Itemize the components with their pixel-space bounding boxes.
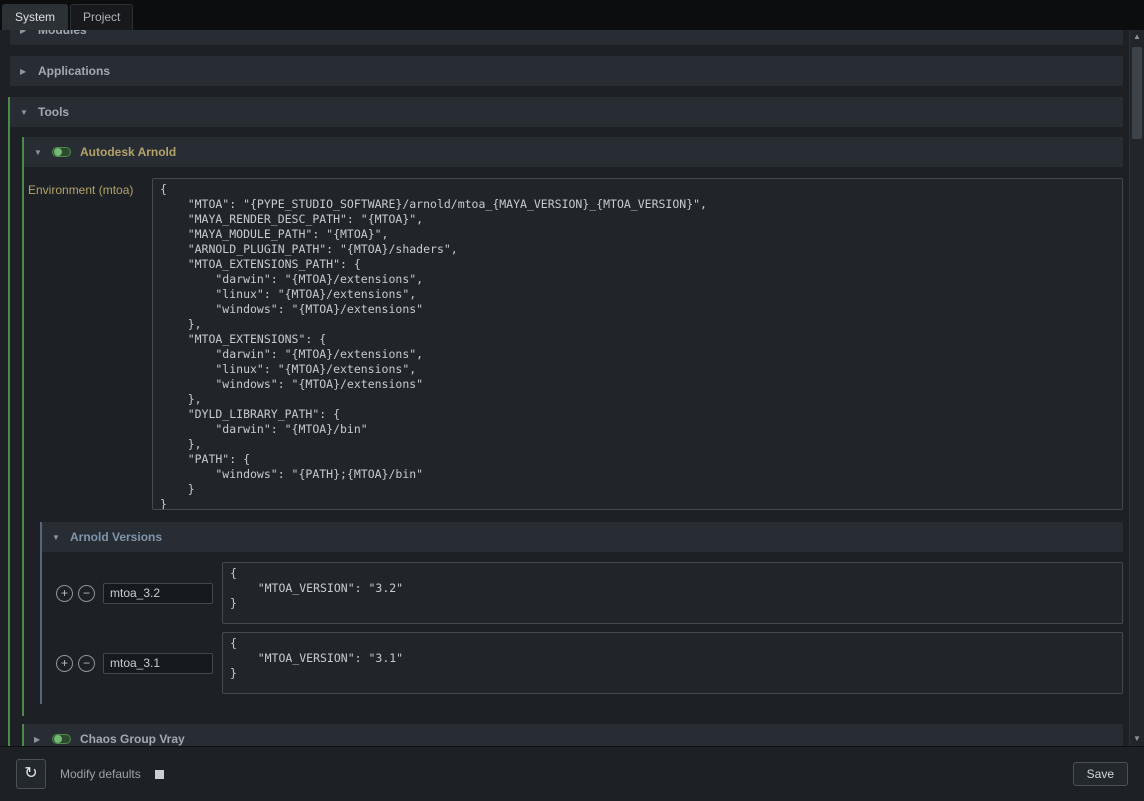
chevron-down-icon: ▼ [52,533,61,542]
section-label-autodesk-arnold: Autodesk Arnold [80,145,176,159]
arnold-versions-body: + − { "MTOA_VERSION": "3.2" } + − [42,552,1123,704]
add-version-button[interactable]: + [56,585,73,602]
group-arnold-versions: ▼ Arnold Versions + − { [40,522,1123,704]
vray-enabled-toggle-icon[interactable] [52,734,71,744]
arnold-enabled-toggle-icon[interactable] [52,147,71,157]
section-applications: ▶ Applications [8,56,1123,86]
section-header-applications[interactable]: ▶ Applications [10,56,1123,86]
chevron-right-icon: ▶ [34,735,43,744]
version-row: + − { "MTOA_VERSION": "3.1" } [56,632,1123,694]
group-autodesk-arnold: ▼ Autodesk Arnold Environment (mtoa) { "… [22,137,1123,716]
refresh-button[interactable]: ↻ [16,759,46,789]
section-tools: ▼ Tools ▼ Autodesk Arnold [8,97,1123,746]
chevron-right-icon: ▶ [20,30,29,35]
section-header-autodesk-arnold[interactable]: ▼ Autodesk Arnold [24,137,1123,167]
arnold-body: Environment (mtoa) { "MTOA": "{PYPE_STUD… [24,167,1123,716]
section-label-modules: Modules [38,30,87,37]
version-key-input[interactable] [103,653,213,674]
remove-version-button[interactable]: − [78,585,95,602]
scrollbar-up-arrow-icon[interactable]: ▲ [1130,30,1144,44]
scrollbar-thumb[interactable] [1132,47,1142,139]
settings-window: System Project ▶ Modules ▶ Applications [0,0,1144,801]
scrollbar-track[interactable] [1130,44,1144,732]
tools-body: ▼ Autodesk Arnold Environment (mtoa) { "… [10,127,1123,746]
modify-defaults-label: Modify defaults [60,767,141,781]
tab-bar: System Project [0,0,1144,30]
chevron-down-icon: ▼ [34,148,43,157]
environment-row: Environment (mtoa) { "MTOA": "{PYPE_STUD… [26,178,1123,510]
footer-bar: ↻ Modify defaults Save [0,746,1144,801]
scrollbar-down-arrow-icon[interactable]: ▼ [1130,732,1144,746]
section-label-applications: Applications [38,64,110,78]
add-version-button[interactable]: + [56,655,73,672]
environment-json-editor[interactable]: { "MTOA": "{PYPE_STUDIO_SOFTWARE}/arnold… [152,178,1123,510]
section-modules: ▶ Modules [8,30,1123,45]
section-header-tools[interactable]: ▼ Tools [10,97,1123,127]
save-button[interactable]: Save [1073,762,1128,786]
tab-project[interactable]: Project [70,4,133,30]
version-row: + − { "MTOA_VERSION": "3.2" } [56,562,1123,624]
refresh-icon: ↻ [24,766,37,782]
vertical-scrollbar: ▲ ▼ [1129,30,1144,746]
section-label-tools: Tools [38,105,69,119]
chevron-right-icon: ▶ [20,67,29,76]
section-header-chaos-group-vray[interactable]: ▶ Chaos Group Vray [24,724,1123,746]
chevron-down-icon: ▼ [20,108,29,117]
section-header-arnold-versions[interactable]: ▼ Arnold Versions [42,522,1123,552]
version-key-input[interactable] [103,583,213,604]
remove-version-button[interactable]: − [78,655,95,672]
version-json-editor[interactable]: { "MTOA_VERSION": "3.1" } [222,632,1123,694]
section-label-arnold-versions: Arnold Versions [70,530,162,544]
tab-system[interactable]: System [2,4,68,30]
group-chaos-group-vray: ▶ Chaos Group Vray [22,724,1123,746]
section-label-chaos-group-vray: Chaos Group Vray [80,732,185,746]
section-header-modules[interactable]: ▶ Modules [10,30,1123,45]
environment-label: Environment (mtoa) [26,178,152,197]
settings-content: ▶ Modules ▶ Applications ▼ Tools [0,30,1129,746]
version-json-editor[interactable]: { "MTOA_VERSION": "3.2" } [222,562,1123,624]
modify-defaults-checkbox[interactable] [155,770,164,779]
settings-scroll-area: ▶ Modules ▶ Applications ▼ Tools [0,30,1144,746]
